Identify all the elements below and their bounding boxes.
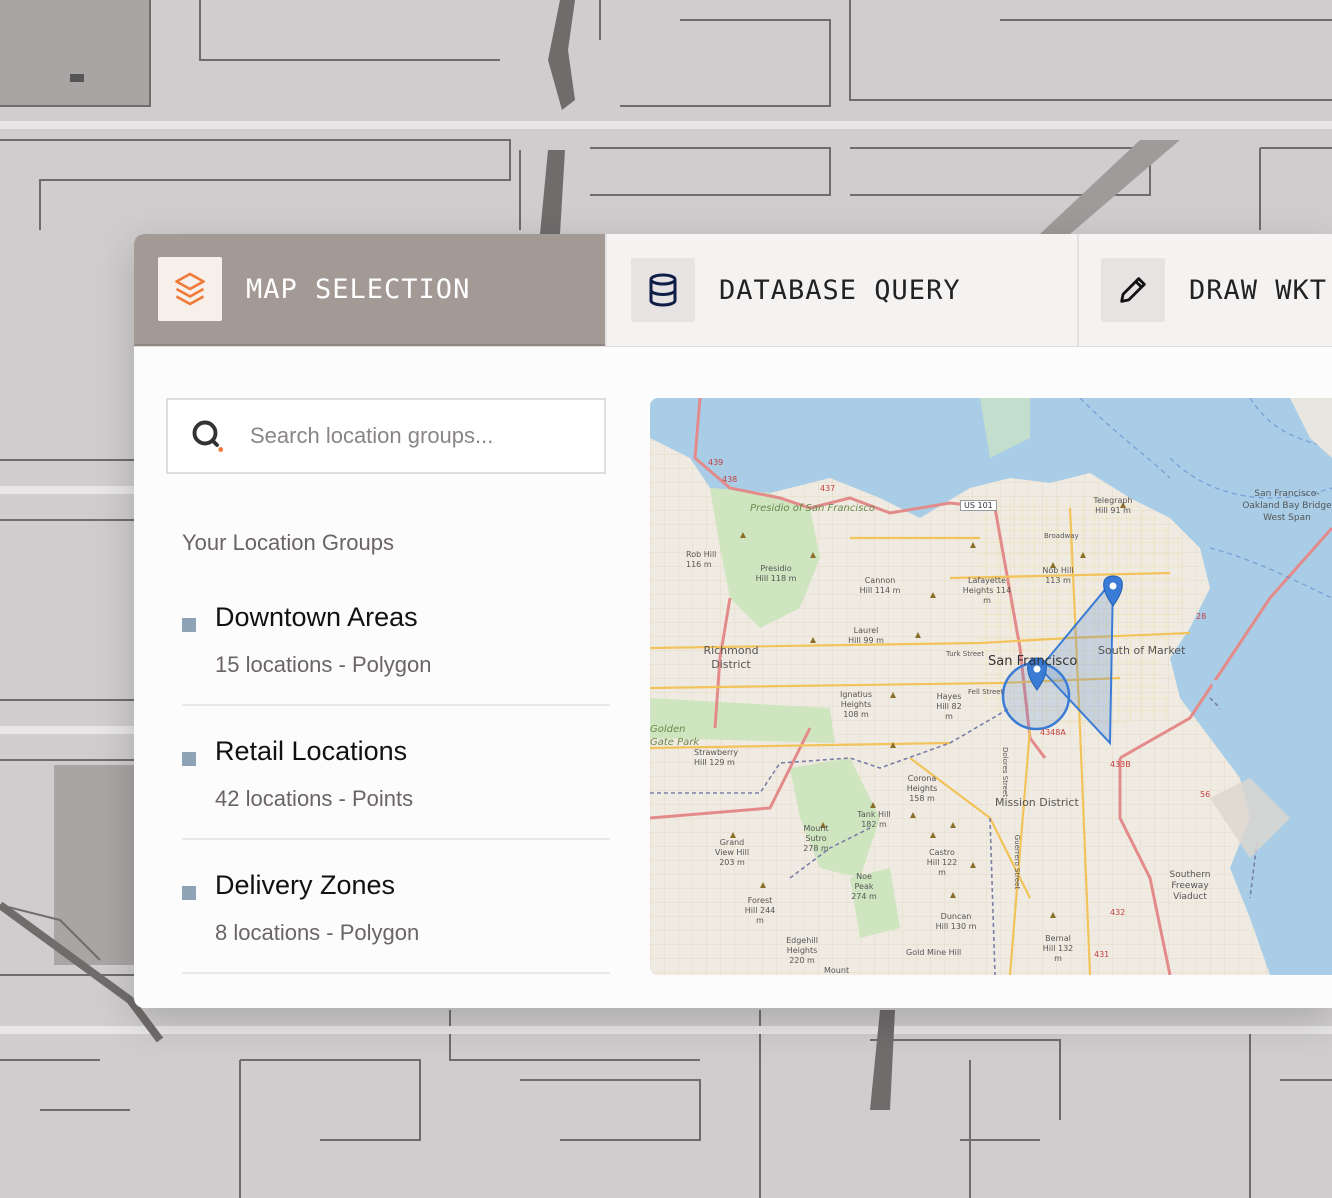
map-label: 28 bbox=[1196, 612, 1207, 621]
map-label: Presidio Hill 118 m bbox=[755, 564, 797, 583]
map-label: Mission District bbox=[995, 796, 1079, 809]
group-bullet bbox=[182, 618, 196, 632]
map-label: Richmond District bbox=[703, 644, 759, 671]
divider bbox=[182, 838, 610, 840]
map-label: 4348A bbox=[1040, 728, 1066, 737]
group-meta: 15 locations - Polygon bbox=[215, 652, 432, 677]
pencil-icon bbox=[1101, 258, 1165, 322]
group-name: Downtown Areas bbox=[215, 602, 418, 632]
map-label: Strawberry Hill 129 m bbox=[694, 748, 739, 767]
tab-label: DATABASE QUERY bbox=[719, 274, 961, 306]
location-group-delivery[interactable]: Delivery Zones 8 locations - Polygon bbox=[182, 870, 610, 1004]
map-label: Broadway bbox=[1044, 532, 1079, 540]
map-label: Turk Street bbox=[946, 650, 985, 658]
map-label: Telegraph Hill 91 m bbox=[1093, 496, 1133, 515]
map-label: Guerrero Street bbox=[1013, 834, 1022, 890]
layers-icon bbox=[158, 257, 222, 321]
map-label: Mount Sutro 278 m bbox=[803, 824, 829, 853]
map-view[interactable]: Presidio of San Francisco Richmond Distr… bbox=[650, 398, 1332, 975]
map-label: Golden Gate Park bbox=[650, 724, 700, 748]
map-label: Mount bbox=[824, 966, 850, 975]
tab-database-query[interactable]: DATABASE QUERY bbox=[607, 234, 1077, 346]
group-meta: 42 locations - Points bbox=[215, 786, 414, 811]
map-label: Dolores Street bbox=[1001, 746, 1010, 798]
map-label: Rob Hill 116 m bbox=[686, 550, 717, 569]
map-label: Fell Street bbox=[968, 688, 1004, 696]
search-box bbox=[166, 398, 606, 474]
map-label: Presidio of San Francisco bbox=[750, 502, 875, 515]
map-label: Laurel Hill 99 m bbox=[848, 626, 884, 645]
tab-label: DRAW WKT bbox=[1189, 274, 1328, 306]
map-label: San Francisco-Oakland Bay Bridge West Sp… bbox=[1242, 489, 1332, 523]
group-name: Delivery Zones bbox=[215, 870, 396, 900]
location-group-downtown[interactable]: Downtown Areas 15 locations - Polygon bbox=[182, 602, 610, 736]
tab-draw-wkt[interactable]: DRAW WKT bbox=[1079, 234, 1332, 346]
map-label: South of Market bbox=[1098, 644, 1186, 657]
map-label: Southern Freeway Viaduct bbox=[1169, 870, 1211, 902]
group-bullet bbox=[182, 752, 196, 766]
group-meta: 8 locations - Polygon bbox=[215, 920, 420, 945]
map-label: Nob Hill 113 m bbox=[1042, 566, 1074, 585]
map-label: 439 bbox=[708, 458, 724, 467]
map-canvas bbox=[650, 398, 1332, 975]
tab-label: MAP SELECTION bbox=[246, 273, 471, 305]
map-label: Hayes Hill 82 m bbox=[936, 692, 962, 721]
map-label: Cannon Hill 114 m bbox=[859, 576, 901, 595]
map-label: Bernal Hill 132 m bbox=[1042, 934, 1074, 963]
map-label: San Francisco bbox=[988, 654, 1078, 669]
map-label: US 101 bbox=[960, 500, 997, 511]
map-label: Duncan Hill 130 m bbox=[935, 912, 977, 931]
map-label: 438 bbox=[722, 475, 738, 484]
map-label: Forest Hill 244 m bbox=[744, 896, 776, 925]
map-label: Corona Heights 158 m bbox=[906, 774, 938, 803]
map-label: Castro Hill 122 m bbox=[926, 848, 958, 877]
section-title: Your Location Groups bbox=[182, 530, 394, 555]
map-label: Noe Peak 274 m bbox=[851, 872, 877, 901]
map-label: Tank Hill 182 m bbox=[857, 810, 891, 829]
map-label: 431 bbox=[1094, 950, 1110, 959]
divider bbox=[182, 972, 610, 974]
map-label: Lafayette Heights 114 m bbox=[962, 576, 1012, 605]
search-input[interactable] bbox=[248, 422, 582, 450]
map-label: 56 bbox=[1200, 790, 1211, 799]
map-label: Gold Mine Hill bbox=[906, 948, 962, 957]
divider bbox=[182, 704, 610, 706]
map-label: 437 bbox=[820, 484, 836, 493]
location-group-retail[interactable]: Retail Locations 42 locations - Points bbox=[182, 736, 610, 870]
location-selector-panel: MAP SELECTION DATABASE QUERY DRAW WKT Se… bbox=[134, 234, 1332, 1008]
database-icon bbox=[631, 258, 695, 322]
map-label: Edgehill Heights 220 m bbox=[786, 936, 818, 965]
search-icon bbox=[192, 420, 224, 452]
group-name: Retail Locations bbox=[215, 736, 408, 766]
tab-bar: MAP SELECTION DATABASE QUERY DRAW WKT bbox=[134, 234, 1332, 347]
map-label: Ignatius Heights 108 m bbox=[839, 690, 872, 719]
tab-map-selection[interactable]: MAP SELECTION bbox=[134, 234, 605, 346]
map-label: 432 bbox=[1110, 908, 1126, 917]
group-bullet bbox=[182, 886, 196, 900]
map-label: Grand View Hill 203 m bbox=[714, 838, 750, 867]
map-label: 433B bbox=[1110, 760, 1131, 769]
